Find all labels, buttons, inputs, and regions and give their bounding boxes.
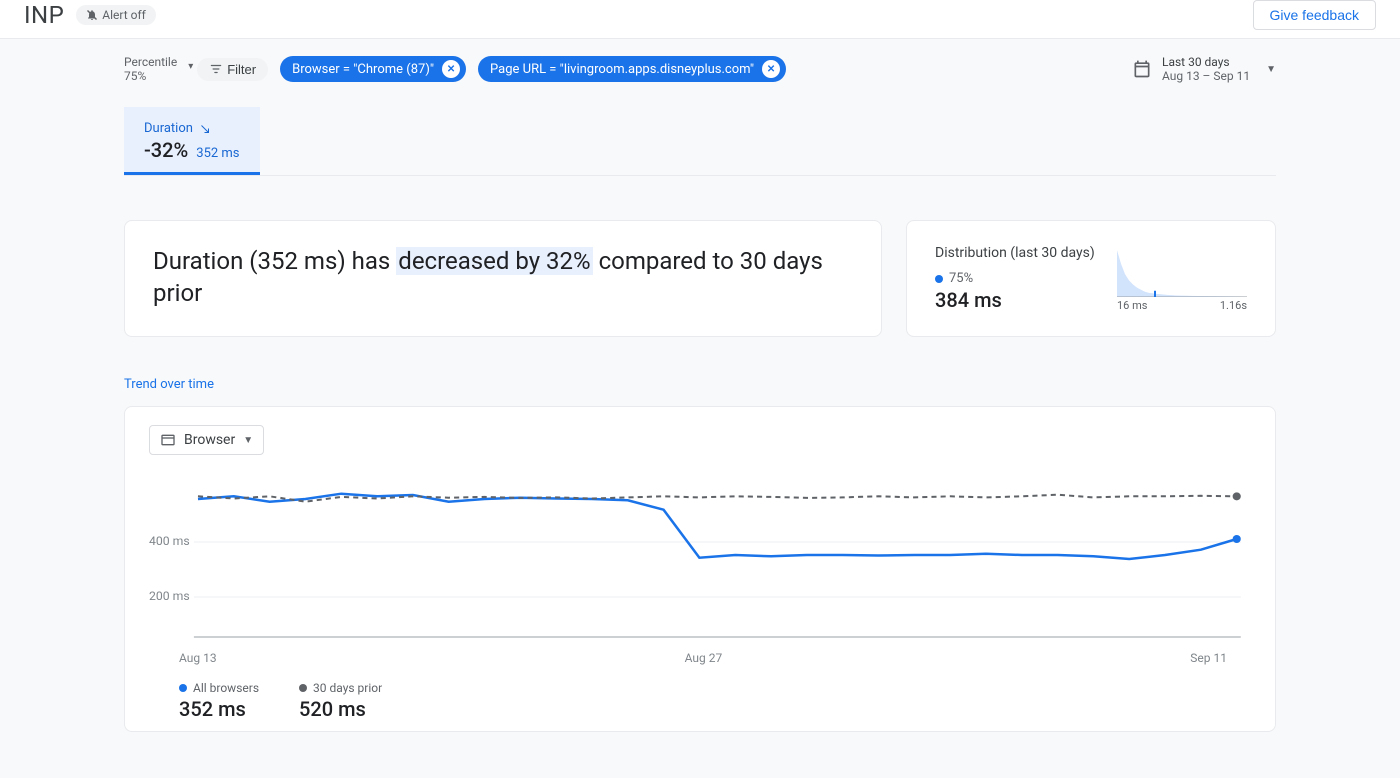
- alert-off-chip[interactable]: Alert off: [76, 5, 156, 25]
- y-tick-200: 200 ms: [149, 589, 190, 603]
- dot-icon: [935, 275, 943, 283]
- legend-value: 352 ms: [179, 697, 259, 721]
- dot-icon: [179, 684, 187, 692]
- date-range-label: Last 30 days: [1162, 55, 1250, 69]
- y-tick-400: 400 ms: [149, 534, 190, 548]
- dist-axis-max: 1.16s: [1220, 299, 1247, 312]
- chip-close-icon[interactable]: [442, 60, 460, 78]
- filter-chip-text: Page URL = "livingroom.apps.disneyplus.c…: [490, 62, 754, 77]
- chevron-down-icon: ▼: [243, 435, 253, 446]
- x-tick: Sep 11: [1190, 651, 1227, 665]
- chip-close-icon[interactable]: [762, 60, 780, 78]
- trend-section-title: Trend over time: [124, 377, 1276, 392]
- give-feedback-button[interactable]: Give feedback: [1253, 0, 1377, 30]
- tab-ms: 352 ms: [196, 146, 239, 161]
- bell-off-icon: [86, 9, 98, 21]
- tab-percent: -32%: [144, 138, 188, 162]
- distribution-sparkline: [1117, 245, 1247, 297]
- browser-dd-label: Browser: [184, 432, 235, 448]
- trend-line-chart: 400 ms 200 ms: [149, 465, 1251, 645]
- legend-value: 520 ms: [299, 697, 382, 721]
- legend-30-days-prior: 30 days prior 520 ms: [299, 681, 382, 721]
- distribution-title: Distribution (last 30 days): [935, 245, 1101, 261]
- summary-text: Duration (352 ms) has decreased by 32% c…: [153, 245, 853, 310]
- calendar-icon: [1132, 59, 1152, 79]
- browser-icon: [160, 432, 176, 448]
- filter-button[interactable]: Filter: [197, 58, 268, 81]
- filter-button-label: Filter: [227, 62, 256, 77]
- percentile-value: 75%: [124, 69, 177, 83]
- summary-card: Duration (352 ms) has decreased by 32% c…: [124, 220, 882, 337]
- summary-highlight: decreased by 32%: [396, 247, 592, 275]
- percentile-dropdown[interactable]: Percentile 75%: [124, 55, 177, 83]
- filter-icon: [209, 62, 223, 76]
- tab-duration[interactable]: Duration -32% 352 ms: [124, 107, 260, 175]
- legend-label: 30 days prior: [313, 681, 382, 695]
- x-tick: Aug 13: [179, 651, 217, 665]
- filter-chip-url[interactable]: Page URL = "livingroom.apps.disneyplus.c…: [478, 56, 786, 82]
- distribution-percentile: 75%: [935, 271, 1101, 286]
- tab-label: Duration: [144, 121, 193, 136]
- page-title: INP: [24, 1, 64, 29]
- dot-icon: [299, 684, 307, 692]
- distribution-pct-label: 75%: [949, 271, 973, 286]
- percentile-label: Percentile: [124, 55, 177, 69]
- legend-label: All browsers: [193, 681, 259, 695]
- trend-down-icon: [199, 123, 211, 135]
- legend-all-browsers: All browsers 352 ms: [179, 681, 259, 721]
- browser-dropdown[interactable]: Browser ▼: [149, 425, 264, 455]
- filter-chip-text: Browser = "Chrome (87)": [292, 62, 434, 77]
- chevron-down-icon: ▼: [1266, 64, 1276, 75]
- filter-chip-browser[interactable]: Browser = "Chrome (87)": [280, 56, 466, 82]
- distribution-value: 384 ms: [935, 288, 1101, 312]
- x-tick: Aug 27: [685, 651, 723, 665]
- trend-chart-card: Browser ▼ 400 ms 200 ms Aug 13 Aug 27 Se…: [124, 406, 1276, 732]
- date-range-picker[interactable]: Last 30 days Aug 13 – Sep 11 ▼: [1132, 55, 1276, 83]
- summary-pre: Duration (352 ms) has: [153, 247, 396, 275]
- dist-axis-min: 16 ms: [1117, 299, 1147, 312]
- distribution-card: Distribution (last 30 days) 75% 384 ms 1…: [906, 220, 1276, 337]
- alert-off-label: Alert off: [102, 8, 146, 22]
- date-range-value: Aug 13 – Sep 11: [1162, 69, 1250, 83]
